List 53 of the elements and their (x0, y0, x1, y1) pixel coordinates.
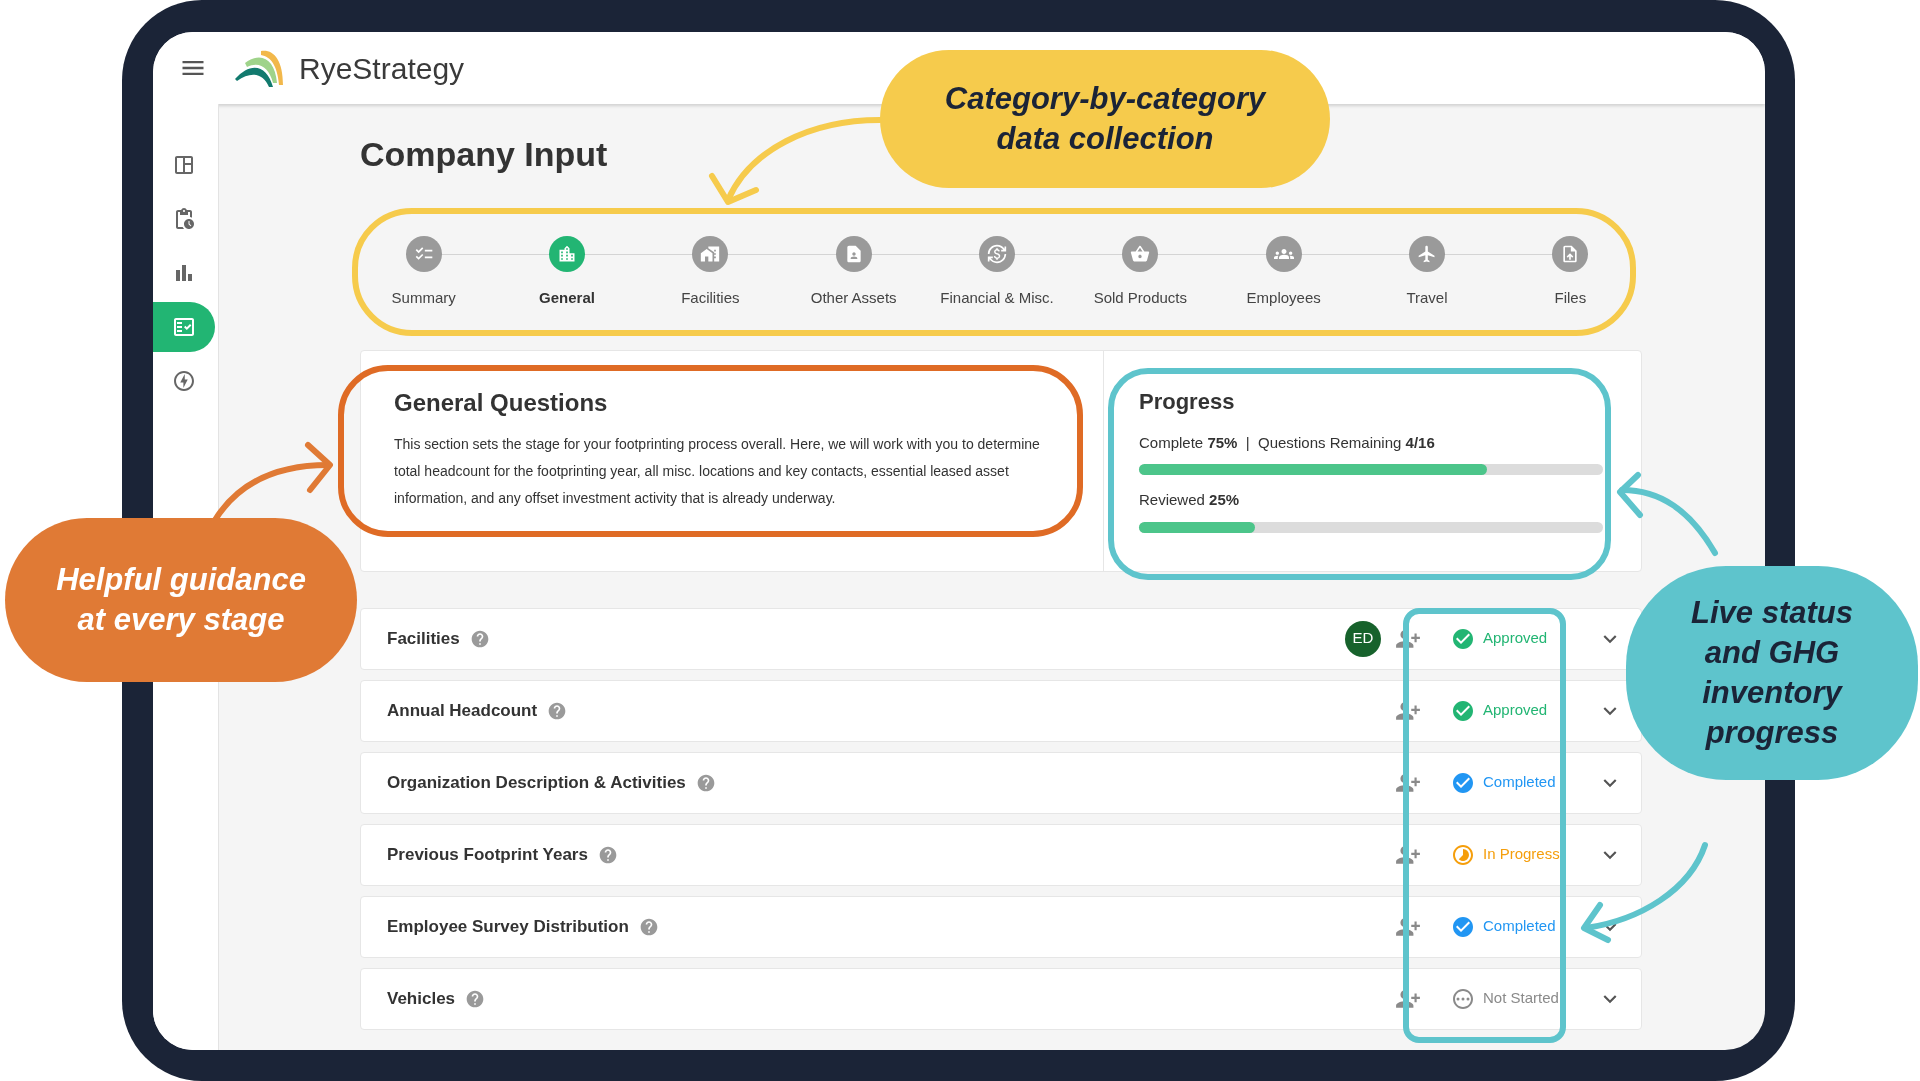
question-row[interactable]: Vehicles Not Started (360, 967, 1642, 1030)
airplane-icon (1417, 244, 1437, 264)
help-icon[interactable] (695, 772, 716, 793)
step-tab[interactable]: General (495, 236, 639, 310)
section-title: General Questions (394, 387, 609, 418)
brand-name: RyeStrategy (299, 50, 465, 87)
basket-icon (1130, 244, 1151, 264)
status-label: In Progress (1483, 844, 1560, 865)
sidebar-item[interactable] (153, 302, 215, 352)
question-row[interactable]: Employee Survey Distribution Completed (360, 895, 1642, 958)
question-row[interactable]: Organization Description & Activities Completed (360, 751, 1642, 814)
step-tab[interactable]: Facilities (638, 236, 782, 310)
question-title: Previous Footprint Years (387, 843, 588, 866)
dollar-exchange-icon (987, 244, 1007, 264)
question-row[interactable]: Previous Footprint Years In Progress (360, 823, 1642, 886)
help-icon[interactable] (547, 700, 568, 721)
callout-text: Helpful guidance at every stage (55, 561, 307, 639)
status-label: Approved (1483, 700, 1548, 721)
question-title: Annual Headcount (387, 699, 538, 722)
step-tab[interactable]: Sold Products (1068, 236, 1212, 310)
help-icon[interactable] (465, 988, 486, 1009)
question-row[interactable]: Annual Headcount Approved (360, 679, 1642, 742)
section-description: This section sets the stage for your footprinting process overall. Here, we will work with you to determine total headcount for the footprinting year, all misc. locations and key contacts, essential leased asset information, and any offset investment activity that is already underway. (394, 434, 1041, 508)
step-tab[interactable]: Summary (352, 236, 496, 310)
checklist-icon (172, 315, 196, 339)
bolt-icon (172, 369, 196, 393)
callout-text: Category-by-category data collection (943, 80, 1268, 158)
house-icon (700, 244, 721, 264)
progress-label: Complete 75% | Questions Remaining 4/16 (1139, 432, 1436, 453)
question-title: Vehicles (387, 987, 456, 1010)
user-avatar: ED (1345, 620, 1381, 657)
question-title: Facilities (387, 627, 460, 650)
question-title: Employee Survey Distribution (387, 915, 629, 938)
step-tab[interactable]: Files (1498, 236, 1642, 310)
progress-label: Reviewed 25% (1139, 490, 1241, 510)
progress-title: Progress (1139, 387, 1236, 416)
help-icon[interactable] (597, 844, 618, 865)
question-title: Organization Description & Activities (387, 771, 686, 794)
step-tab[interactable]: Employees (1212, 236, 1356, 310)
status-label: Not Started (1483, 988, 1559, 1009)
step-tab[interactable]: Financial & Misc. (925, 236, 1069, 310)
callout-text: Live status and GHG inventory progress (1690, 594, 1854, 752)
page-title: Company Input (360, 134, 608, 174)
help-icon[interactable] (638, 916, 659, 937)
status-label: Approved (1483, 628, 1548, 649)
status-label: Completed (1483, 916, 1556, 937)
step-tab[interactable]: Travel (1355, 236, 1499, 310)
help-icon[interactable] (469, 628, 490, 649)
status-label: Completed (1483, 772, 1556, 793)
dashboard-icon (172, 153, 196, 177)
buildings-icon (557, 244, 577, 264)
question-row[interactable]: Facilities ED Approved (360, 607, 1642, 670)
step-tab[interactable]: Other Assets (782, 236, 926, 310)
